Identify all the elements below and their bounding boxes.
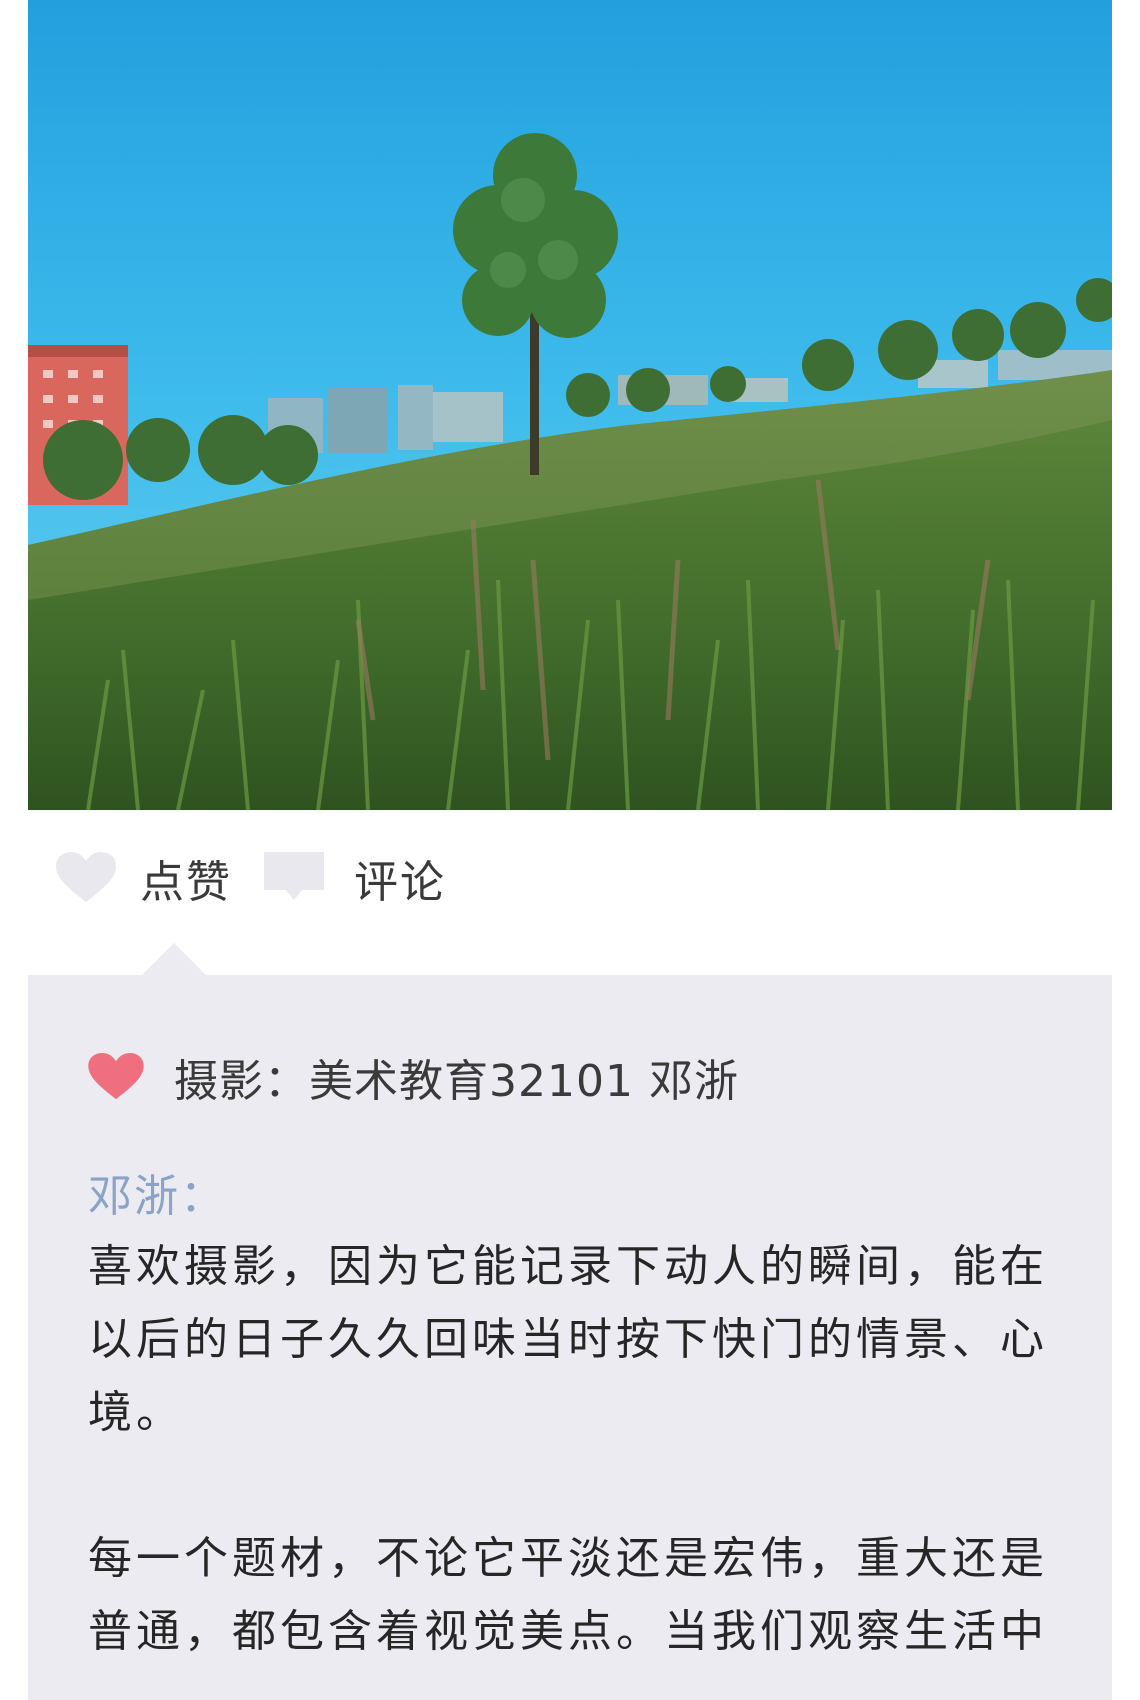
comment-paragraph: 喜欢摄影，因为它能记录下动人的瞬间，能在以后的日子久久回味当时按下快门的情景、心… [88,1241,1048,1438]
post-photo[interactable] [28,0,1112,810]
heart-outline-icon [56,852,116,904]
comment-author[interactable]: 邓浙： [88,1160,226,1224]
comment-label: 评论 [354,857,446,908]
speech-bubble-icon [264,852,324,904]
comment-paragraph: 每一个题材，不论它平淡还是宏伟，重大还是普通，都包含着视觉美点。当我们观察生活中 [88,1533,1048,1657]
credit-text: 摄影：美术教育32101 邓浙 [174,1056,739,1107]
like-label: 点赞 [140,857,232,908]
panel-pointer [142,943,206,975]
post-action-bar: 点赞 评论 [56,848,446,908]
comment-button[interactable]: 评论 [264,846,446,910]
photo-credit: 摄影：美术教育32101 邓浙 [88,1045,739,1109]
heart-filled-icon [88,1053,144,1101]
like-button[interactable]: 点赞 [56,846,232,910]
landscape-photo [28,0,1112,810]
comment-body: 喜欢摄影，因为它能记录下动人的瞬间，能在以后的日子久久回味当时按下快门的情景、心… [88,1230,1058,1668]
comment-panel: 摄影：美术教育32101 邓浙 邓浙： 喜欢摄影，因为它能记录下动人的瞬间，能在… [28,975,1112,1700]
